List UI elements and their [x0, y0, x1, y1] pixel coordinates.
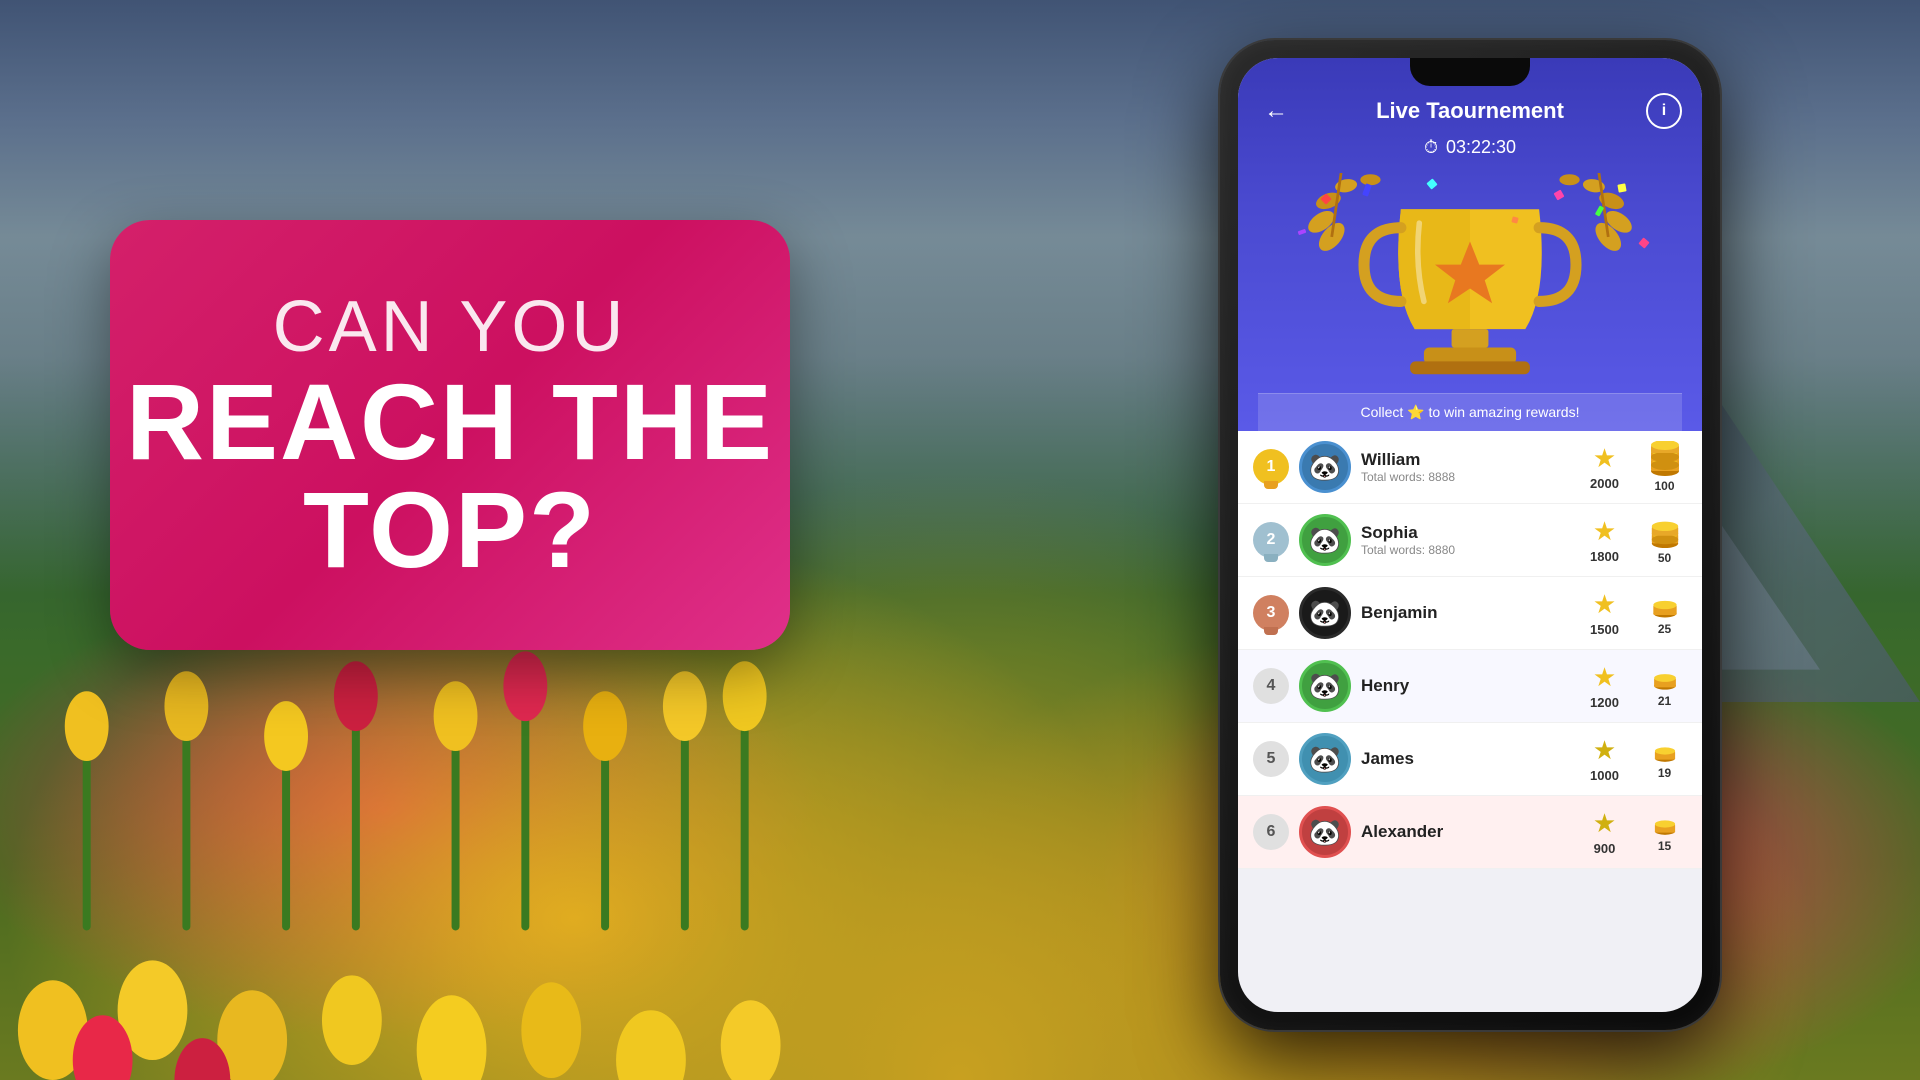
phone-screen: ← Live Taournement i ⏱ 03:22:30 [1238, 58, 1702, 1012]
star-icon-sophia: ★ [1593, 516, 1616, 547]
score-alexander: 900 [1594, 841, 1616, 856]
score-area-henry: ★ 1200 [1577, 662, 1632, 710]
rank-badge-2: 2 [1253, 522, 1289, 558]
score-james: 1000 [1590, 768, 1619, 783]
coin-area-sophia: 50 [1642, 515, 1687, 565]
table-row: 5 🐼 James ★ 1000 [1238, 723, 1702, 796]
player-name-benjamin: Benjamin [1361, 603, 1567, 623]
player-name-henry: Henry [1361, 676, 1567, 696]
promo-line1: CAN YOU [273, 286, 628, 368]
rank-number-2: 2 [1267, 531, 1276, 549]
table-row: 2 🐼 Sophia Total words: 8880 ★ 1800 [1238, 504, 1702, 577]
info-button[interactable]: i [1646, 93, 1682, 129]
score-area-william: ★ 2000 [1577, 443, 1632, 491]
avatar-alexander: 🐼 [1299, 806, 1351, 858]
coin-area-james: 19 [1642, 738, 1687, 780]
score-benjamin: 1500 [1590, 622, 1619, 637]
player-info-william: William Total words: 8888 [1361, 450, 1567, 484]
promo-line3: TOP? [303, 476, 597, 584]
player-name-james: James [1361, 749, 1567, 769]
app-header: ← Live Taournement i ⏱ 03:22:30 [1238, 58, 1702, 431]
player-info-james: James [1361, 749, 1567, 769]
coins-benjamin: 25 [1658, 622, 1671, 636]
score-area-james: ★ 1000 [1577, 735, 1632, 783]
player-info-sophia: Sophia Total words: 8880 [1361, 523, 1567, 557]
score-area-sophia: ★ 1800 [1577, 516, 1632, 564]
score-william: 2000 [1590, 476, 1619, 491]
coins-alexander: 15 [1658, 839, 1671, 853]
coin-area-william: 100 [1642, 441, 1687, 493]
coin-area-benjamin: 25 [1642, 590, 1687, 636]
star-icon-benjamin: ★ [1593, 589, 1616, 620]
rank-number-4: 4 [1267, 677, 1276, 695]
collect-text: Collect ⭐ to win amazing rewards! [1361, 404, 1580, 420]
table-row: 6 🐼 Alexander ★ 900 [1238, 796, 1702, 869]
star-icon-henry: ★ [1593, 662, 1616, 693]
table-row: 4 🐼 Henry ★ 1200 [1238, 650, 1702, 723]
coin-stack-alexander [1652, 811, 1678, 837]
player-info-benjamin: Benjamin [1361, 603, 1567, 623]
leaderboard: 1 🐼 William Total words: 8888 ★ 2000 [1238, 431, 1702, 869]
rank-number-1: 1 [1267, 458, 1276, 476]
avatar-sophia: 🐼 [1299, 514, 1351, 566]
rank-number-3: 3 [1267, 604, 1276, 622]
player-words-william: Total words: 8888 [1361, 470, 1567, 484]
timer-row: ⏱ 03:22:30 [1258, 137, 1682, 158]
coins-henry: 21 [1658, 694, 1671, 708]
rank-badge-3: 3 [1253, 595, 1289, 631]
phone-frame: ← Live Taournement i ⏱ 03:22:30 [1220, 40, 1720, 1030]
rank-badge-6: 6 [1253, 814, 1289, 850]
coin-stack-benjamin [1650, 590, 1680, 620]
avatar-henry: 🐼 [1299, 660, 1351, 712]
player-name-sophia: Sophia [1361, 523, 1567, 543]
coins-william: 100 [1654, 479, 1674, 493]
promo-line2: REACH THE [126, 368, 774, 476]
header-top-row: ← Live Taournement i [1258, 93, 1682, 129]
coin-stack-sophia [1648, 515, 1682, 549]
rank-number-5: 5 [1267, 750, 1276, 768]
coin-area-henry: 21 [1642, 664, 1687, 708]
player-words-sophia: Total words: 8880 [1361, 543, 1567, 557]
score-henry: 1200 [1590, 695, 1619, 710]
score-area-benjamin: ★ 1500 [1577, 589, 1632, 637]
star-icon-james: ★ [1593, 735, 1616, 766]
table-row: 3 🐼 Benjamin ★ 1500 [1238, 577, 1702, 650]
rank-badge-4: 4 [1253, 668, 1289, 704]
phone-notch [1410, 58, 1530, 86]
app-title: Live Taournement [1376, 98, 1564, 124]
trophy-svg [1258, 173, 1682, 393]
rank-badge-5: 5 [1253, 741, 1289, 777]
star-icon-william: ★ [1593, 443, 1616, 474]
promo-card: CAN YOU REACH THE TOP? [110, 220, 790, 650]
coin-stack-william [1647, 441, 1683, 477]
phone-device: ← Live Taournement i ⏱ 03:22:30 [1220, 40, 1720, 1030]
star-icon-alexander: ★ [1593, 808, 1616, 839]
score-sophia: 1800 [1590, 549, 1619, 564]
player-name-alexander: Alexander [1361, 822, 1567, 842]
clock-icon: ⏱ [1424, 137, 1438, 158]
player-info-henry: Henry [1361, 676, 1567, 696]
coin-stack-james [1652, 738, 1678, 764]
rank-badge-1: 1 [1253, 449, 1289, 485]
player-info-alexander: Alexander [1361, 822, 1567, 842]
avatar-james: 🐼 [1299, 733, 1351, 785]
avatar-william: 🐼 [1299, 441, 1351, 493]
back-button[interactable]: ← [1258, 93, 1294, 129]
coin-area-alexander: 15 [1642, 811, 1687, 853]
trophy-area [1258, 173, 1682, 393]
collect-bar: Collect ⭐ to win amazing rewards! [1258, 393, 1682, 431]
score-area-alexander: ★ 900 [1577, 808, 1632, 856]
rank-number-6: 6 [1267, 823, 1276, 841]
timer-value: 03:22:30 [1446, 137, 1516, 158]
coins-sophia: 50 [1658, 551, 1671, 565]
table-row: 1 🐼 William Total words: 8888 ★ 2000 [1238, 431, 1702, 504]
player-name-william: William [1361, 450, 1567, 470]
coin-stack-henry [1651, 664, 1679, 692]
avatar-benjamin: 🐼 [1299, 587, 1351, 639]
coins-james: 19 [1658, 766, 1671, 780]
